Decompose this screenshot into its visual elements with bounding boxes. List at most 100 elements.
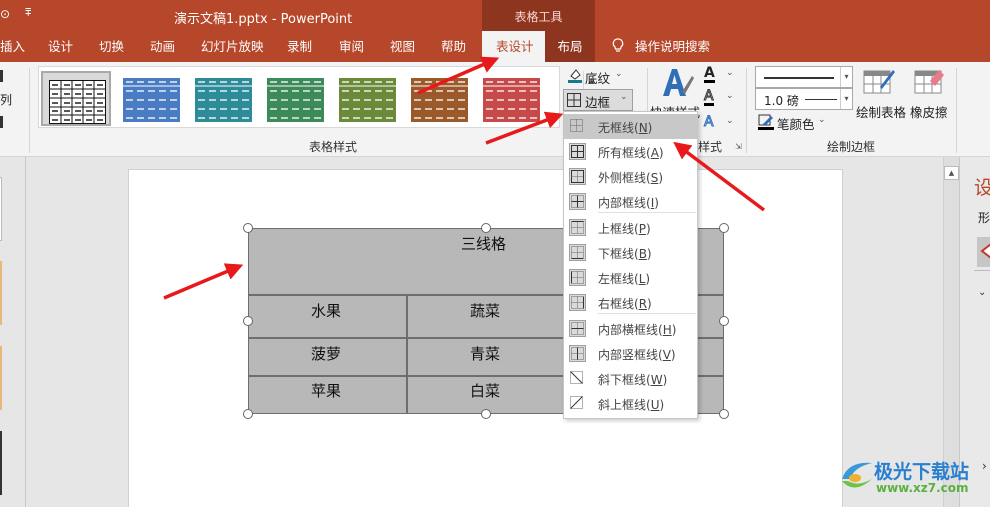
text-fill-icon[interactable]: A — [704, 66, 715, 83]
border-menu-item-label: 斜上框线(U) — [598, 398, 665, 412]
resize-handle-bottom-left[interactable] — [243, 409, 253, 419]
table-style-thumb[interactable] — [333, 71, 403, 126]
tab-transitions[interactable]: 切换 — [99, 31, 124, 62]
group-separator — [29, 68, 30, 153]
slide-thumbnail[interactable] — [0, 261, 2, 325]
borders-menu: 无框线(N) 所有框线(A) 外侧框线(S) 内部框线(I) 上框线(P) 下框线(B) 左… — [563, 111, 698, 419]
text-outline-icon[interactable]: A — [704, 89, 714, 106]
eraser-icon — [914, 70, 944, 94]
table-cell[interactable]: 白菜 — [470, 380, 500, 401]
plain-grid-style-icon — [49, 80, 106, 124]
eraser-button[interactable]: 橡皮擦 — [910, 102, 948, 121]
border-menu-item[interactable]: 内部横框线(H) — [564, 316, 697, 341]
pen-weight-value: 1.0 磅 — [764, 94, 799, 108]
border-menu-item[interactable]: 下框线(B) — [564, 240, 697, 265]
border-menu-item-label: 斜下框线(W) — [598, 373, 668, 387]
pen-style-select[interactable]: ▾ — [755, 66, 853, 88]
slide-thumbnail[interactable] — [0, 177, 2, 241]
text-effects-icon[interactable]: A — [704, 114, 715, 131]
brown-style-icon — [411, 78, 468, 122]
table-style-thumb[interactable] — [41, 71, 111, 126]
tab-help[interactable]: 帮助 — [441, 31, 466, 62]
borders-button[interactable]: 边框 ⌄ — [563, 89, 633, 111]
next-chevron-icon[interactable]: › — [982, 459, 987, 473]
resize-handle-left[interactable] — [243, 316, 253, 326]
watermark-logo-icon — [842, 462, 872, 488]
window-title: 演示文稿1.pptx - PowerPoint — [174, 12, 353, 27]
draw-table-button[interactable]: 绘制表格 — [856, 102, 906, 121]
border-menu-item[interactable]: 所有框线(A) — [564, 139, 697, 164]
menu-separator — [598, 212, 696, 213]
watermark-brand: 极光下载站 — [874, 461, 970, 483]
slideshow-from-start-icon[interactable]: ⊙ — [0, 7, 10, 21]
table-style-thumb[interactable] — [477, 71, 547, 126]
table-styles-group-label: 表格样式 — [309, 140, 358, 154]
pen-style-line — [764, 77, 834, 79]
tell-me-search[interactable]: 操作说明搜索 — [635, 31, 710, 62]
fill-line-tab[interactable] — [977, 237, 990, 267]
left-cut-icon — [0, 70, 3, 82]
diagonal-down-border-icon — [569, 370, 586, 387]
border-menu-item-label: 内部框线(I) — [598, 196, 659, 210]
border-menu-item[interactable]: 内部竖框线(V) — [564, 341, 697, 366]
scroll-up-icon[interactable]: ▲ — [944, 166, 959, 180]
border-menu-item[interactable]: 斜下框线(W) — [564, 366, 697, 391]
table-style-thumb[interactable] — [189, 71, 259, 126]
tab-review[interactable]: 审阅 — [339, 31, 364, 62]
left-cut-label[interactable]: 列 — [0, 91, 12, 108]
text-effects-dropdown-icon[interactable]: ⌄ — [726, 116, 734, 126]
format-pane-subtitle: 形 — [978, 211, 990, 225]
tab-table-design[interactable]: 表设计 — [482, 31, 548, 62]
pen-color-icon — [758, 114, 774, 130]
shading-button[interactable]: 底纹 — [585, 68, 610, 87]
resize-handle-top[interactable] — [481, 223, 491, 233]
customize-quick-access-icon[interactable]: ⩱ — [25, 6, 31, 20]
resize-handle-top-right[interactable] — [719, 223, 729, 233]
tab-view[interactable]: 视图 — [390, 31, 415, 62]
text-outline-dropdown-icon[interactable]: ⌄ — [726, 91, 734, 101]
table-style-thumb[interactable] — [405, 71, 475, 126]
resize-handle-right[interactable] — [719, 316, 729, 326]
slide-thumbnail[interactable] — [0, 346, 2, 410]
border-menu-item[interactable]: 无框线(N) — [564, 114, 697, 139]
border-menu-item[interactable]: 右框线(R) — [564, 290, 697, 315]
tab-record[interactable]: 录制 — [287, 31, 312, 62]
border-menu-item[interactable]: 斜上框线(U) — [564, 391, 697, 416]
expand-chevron-icon[interactable]: ⌄ — [978, 287, 986, 298]
inside-horizontal-border-icon — [569, 320, 586, 337]
tab-animations[interactable]: 动画 — [150, 31, 175, 62]
table-title-cell[interactable]: 三线格 — [461, 233, 506, 254]
table-style-thumb[interactable] — [117, 71, 187, 126]
table-cell[interactable]: 苹果 — [311, 380, 341, 401]
shading-bucket-icon — [568, 69, 582, 83]
border-menu-item[interactable]: 左框线(L) — [564, 265, 697, 290]
table-cell[interactable]: 蔬菜 — [470, 300, 500, 321]
resize-handle-bottom[interactable] — [481, 409, 491, 419]
table-cell[interactable]: 菠萝 — [311, 343, 341, 364]
border-menu-item[interactable]: 外侧框线(S) — [564, 164, 697, 189]
dialog-launcher-icon[interactable]: ⇲ — [735, 142, 742, 151]
tab-design[interactable]: 设计 — [48, 31, 73, 62]
tab-layout[interactable]: 布局 — [545, 31, 595, 62]
diagonal-up-border-icon — [569, 395, 586, 412]
vertical-scrollbar[interactable]: ▲ — [943, 157, 959, 507]
tab-insert[interactable]: 插入 — [0, 31, 25, 62]
pen-color-button[interactable]: 笔颜色 — [777, 114, 815, 133]
resize-handle-top-left[interactable] — [243, 223, 253, 233]
pen-color-dropdown-icon[interactable]: ⌄ — [818, 115, 826, 125]
slide-thumbnail[interactable] — [0, 431, 2, 495]
table-cell[interactable]: 水果 — [311, 300, 341, 321]
lightbulb-icon — [612, 38, 624, 52]
pen-weight-select[interactable]: 1.0 磅 ▾ — [755, 88, 853, 110]
table-cell[interactable]: 青菜 — [470, 343, 500, 364]
border-menu-item[interactable]: 上框线(P) — [564, 215, 697, 240]
shading-dropdown-icon[interactable]: ⌄ — [615, 69, 623, 79]
text-fill-dropdown-icon[interactable]: ⌄ — [726, 68, 734, 78]
left-border-icon — [569, 269, 586, 286]
table-style-thumb[interactable] — [261, 71, 331, 126]
all-borders-icon — [567, 93, 581, 107]
resize-handle-bottom-right[interactable] — [719, 409, 729, 419]
inside-vertical-border-icon — [569, 345, 586, 362]
tab-slideshow[interactable]: 幻灯片放映 — [201, 31, 264, 62]
border-menu-item[interactable]: 内部框线(I) — [564, 189, 697, 214]
